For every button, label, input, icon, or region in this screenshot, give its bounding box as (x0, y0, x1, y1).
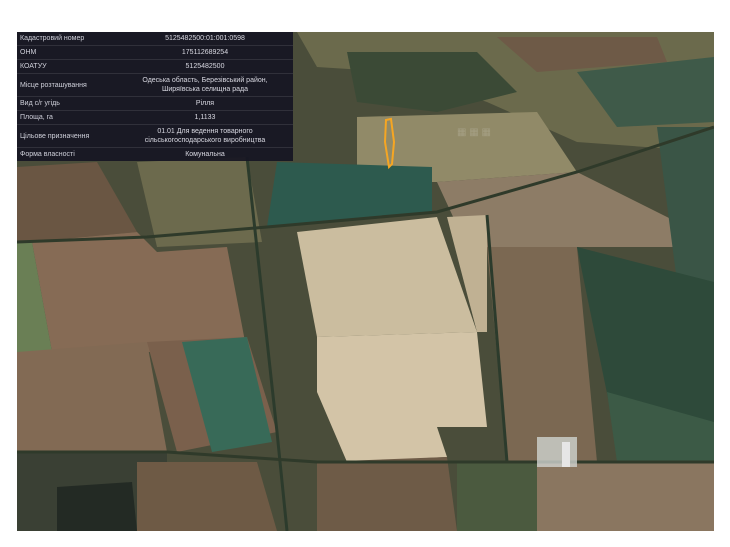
info-value: 5125482500 (185, 63, 225, 70)
info-row: Вид с/г угідь Рілля (17, 97, 293, 111)
info-label: Місце розташування (20, 81, 87, 89)
info-row: Площа, га 1,1133 (17, 111, 293, 125)
info-row: Місце розташування Одеська область, Бере… (17, 74, 293, 97)
info-value: Одеська область, Березівський район, Шир… (142, 77, 268, 93)
info-value: 175112689254 (181, 49, 229, 56)
parcel-info-panel: Кадастровий номер 5125482500:01:001:0598… (17, 32, 293, 161)
info-value: 5125482500:01:001:0598 (165, 35, 245, 42)
info-label: Кадастровий номер (20, 35, 85, 42)
info-label: КОАТУУ (20, 63, 47, 70)
info-row: КОАТУУ 5125482500 (17, 60, 293, 74)
info-value: Комунальна (185, 151, 225, 158)
info-label: ОНМ (20, 49, 37, 56)
info-row: Кадастровий номер 5125482500:01:001:0598 (17, 32, 293, 46)
info-value: 01.01 Для ведення товарного сільськогосп… (144, 128, 266, 144)
info-value: 1,1133 (194, 114, 216, 121)
info-label: Вид с/г угідь (20, 100, 60, 107)
info-row: Форма власності Комунальна (17, 148, 293, 161)
info-label: Цільове призначення (20, 132, 90, 140)
info-row: Цільове призначення 01.01 Для ведення то… (17, 125, 293, 148)
info-value: Рілля (195, 100, 215, 107)
info-row: ОНМ 175112689254 (17, 46, 293, 60)
info-label: Форма власності (20, 151, 75, 158)
info-label: Площа, га (20, 114, 53, 121)
